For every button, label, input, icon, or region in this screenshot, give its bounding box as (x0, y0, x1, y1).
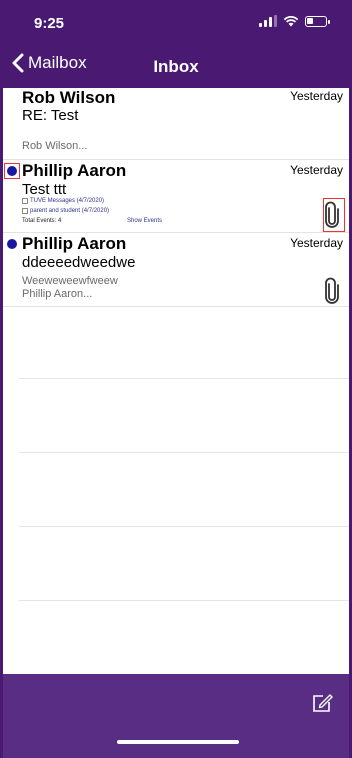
app-frame: 9:25 Mailbox Inbox Rob Wilson Yesterday (0, 0, 352, 758)
message-row[interactable]: Phillip Aaron Yesterday Test ttt TUVE Me… (3, 160, 349, 233)
message-date: Yesterday (290, 236, 343, 250)
message-date: Yesterday (290, 89, 343, 103)
event-item[interactable]: parent and student (4/7/2020) (22, 208, 109, 214)
divider (19, 378, 349, 379)
signal-icon (259, 15, 277, 27)
message-sender: Phillip Aaron (22, 161, 127, 180)
unread-dot-icon (7, 239, 17, 249)
paperclip-icon[interactable] (323, 201, 341, 229)
bottom-toolbar (3, 674, 349, 758)
message-subject: ddeeeedweedwe (22, 254, 136, 271)
message-subject: Test ttt (22, 181, 67, 198)
message-preview: Phillip Aaron... (22, 288, 93, 300)
message-row[interactable]: Rob Wilson Yesterday RE: Test Rob Wilson… (3, 88, 349, 160)
event-item[interactable]: TUVE Messages (4/7/2020) (22, 198, 104, 204)
battery-icon (305, 15, 330, 27)
paperclip-icon[interactable] (323, 277, 341, 305)
event-item-label: parent and student (4/7/2020) (30, 208, 110, 214)
message-preview: Rob Wilson... (22, 140, 88, 152)
divider (19, 452, 349, 453)
wifi-icon (283, 16, 299, 27)
nav-bar: Mailbox Inbox (3, 46, 349, 88)
status-time: 9:25 (34, 15, 65, 32)
divider (19, 526, 349, 527)
show-events-link[interactable]: Show Events (127, 218, 162, 224)
message-sender: Rob Wilson (22, 88, 116, 107)
divider (19, 600, 349, 601)
checkbox-icon (22, 208, 28, 214)
message-date: Yesterday (290, 163, 343, 177)
message-sender: Phillip Aaron (22, 234, 127, 253)
message-row[interactable]: Phillip Aaron Yesterday ddeeeedweedwe We… (3, 233, 349, 307)
message-list: Rob Wilson Yesterday RE: Test Rob Wilson… (3, 88, 349, 307)
status-bar: 9:25 (3, 0, 349, 46)
status-icons (259, 15, 330, 27)
home-indicator[interactable] (117, 740, 239, 744)
compose-icon[interactable] (311, 692, 333, 714)
total-events: Total Events: 4 (22, 218, 62, 224)
event-item-label: TUVE Messages (4/7/2020) (30, 198, 105, 204)
message-subject: RE: Test (22, 107, 79, 124)
message-preview: Weeweweewfweew (22, 275, 118, 287)
nav-title: Inbox (153, 57, 199, 76)
unread-dot-icon (7, 166, 17, 176)
checkbox-icon (22, 198, 28, 204)
